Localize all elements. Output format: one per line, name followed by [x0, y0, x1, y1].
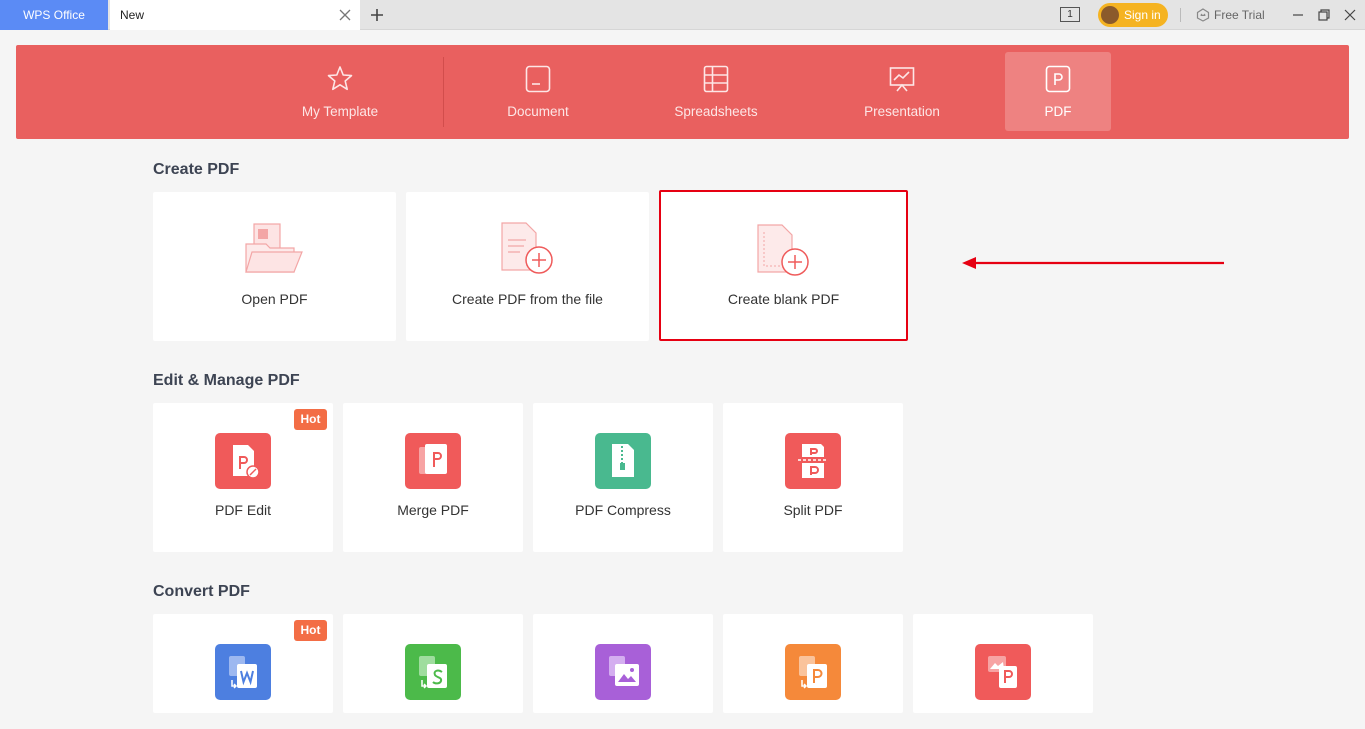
sign-in-label: Sign in — [1124, 8, 1161, 22]
hot-badge: Hot — [294, 620, 327, 641]
nav-pdf[interactable]: PDF — [1005, 52, 1111, 131]
card-label: PDF Edit — [214, 502, 271, 518]
section-title-convert-pdf: Convert PDF — [153, 583, 250, 600]
card-label: Split PDF — [783, 502, 843, 518]
pdf-compress-card[interactable]: PDF Compress — [533, 403, 713, 552]
hot-badge: Hot — [294, 409, 327, 430]
pdf-to-image-icon — [595, 644, 651, 700]
pdf-icon — [1045, 65, 1071, 93]
nav-presentation[interactable]: Presentation — [849, 52, 955, 131]
nav-label: My Template — [301, 104, 379, 119]
section-title-create-pdf: Create PDF — [153, 161, 240, 178]
nav-my-template[interactable]: My Template — [287, 52, 393, 131]
merge-pdf-card[interactable]: Merge PDF — [343, 403, 523, 552]
nav-spreadsheets[interactable]: Spreadsheets — [663, 52, 769, 131]
sign-in-button[interactable]: Sign in — [1098, 3, 1168, 27]
create-pdf-from-file-card[interactable]: Create PDF from the file — [406, 192, 649, 341]
image-to-pdf-card[interactable] — [913, 614, 1093, 713]
pdf-to-excel-card[interactable] — [343, 614, 523, 713]
close-icon[interactable] — [338, 8, 352, 22]
split-pdf-icon — [785, 433, 841, 489]
pdf-to-word-card[interactable]: Hot — [153, 614, 333, 713]
nav-label: Document — [507, 104, 569, 119]
tab-wps-office[interactable]: WPS Office — [0, 0, 108, 30]
star-icon — [327, 66, 353, 91]
minimize-icon[interactable] — [1290, 7, 1306, 23]
tab-new-label: New — [120, 8, 145, 22]
nav-label: Spreadsheets — [674, 104, 758, 119]
pdf-to-image-card[interactable] — [533, 614, 713, 713]
open-pdf-icon — [245, 223, 303, 273]
document-icon — [525, 65, 551, 93]
card-label: Create PDF from the file — [452, 291, 603, 307]
free-trial-button[interactable]: Free Trial — [1196, 0, 1265, 30]
nav-document[interactable]: Document — [485, 52, 591, 131]
pdf-to-word-icon — [215, 644, 271, 700]
annotation-arrow — [962, 257, 1224, 269]
crown-icon — [1196, 8, 1210, 22]
split-pdf-card[interactable]: Split PDF — [723, 403, 903, 552]
section-title-edit-manage: Edit & Manage PDF — [153, 372, 300, 389]
pdf-compress-icon — [595, 433, 651, 489]
card-label: PDF Compress — [575, 502, 671, 518]
pdf-edit-icon — [215, 433, 271, 489]
free-trial-label: Free Trial — [1214, 8, 1265, 22]
window-count-badge[interactable]: 1 — [1060, 7, 1080, 22]
pdf-to-ppt-card[interactable] — [723, 614, 903, 713]
card-label: Open PDF — [241, 291, 308, 307]
pdf-to-excel-icon — [405, 644, 461, 700]
plus-icon[interactable] — [368, 6, 386, 24]
tab-new[interactable]: New — [110, 0, 360, 30]
open-pdf-card[interactable]: Open PDF — [153, 192, 396, 341]
image-to-pdf-icon — [975, 644, 1031, 700]
close-window-icon[interactable] — [1342, 7, 1358, 23]
create-blank-pdf-card[interactable]: Create blank PDF — [659, 190, 908, 341]
nav-label: Presentation — [864, 104, 940, 119]
title-bar: WPS Office New 1 Sign in Free Trial — [0, 0, 1365, 30]
category-banner: My Template Document Spreadsheets Presen… — [16, 45, 1349, 139]
restore-icon[interactable] — [1316, 7, 1332, 23]
pdf-to-ppt-icon — [785, 644, 841, 700]
card-label: Create blank PDF — [727, 291, 840, 307]
nav-divider — [443, 57, 444, 127]
pdf-edit-card[interactable]: Hot PDF Edit — [153, 403, 333, 552]
avatar-icon — [1101, 6, 1119, 24]
card-label: Merge PDF — [397, 502, 469, 518]
presentation-icon — [889, 67, 915, 92]
blank-pdf-icon — [757, 224, 809, 276]
pdf-from-file-icon — [501, 222, 553, 274]
spreadsheet-icon — [703, 65, 729, 93]
merge-pdf-icon — [405, 433, 461, 489]
titlebar-divider — [1180, 8, 1181, 22]
nav-label: PDF — [1044, 104, 1072, 119]
